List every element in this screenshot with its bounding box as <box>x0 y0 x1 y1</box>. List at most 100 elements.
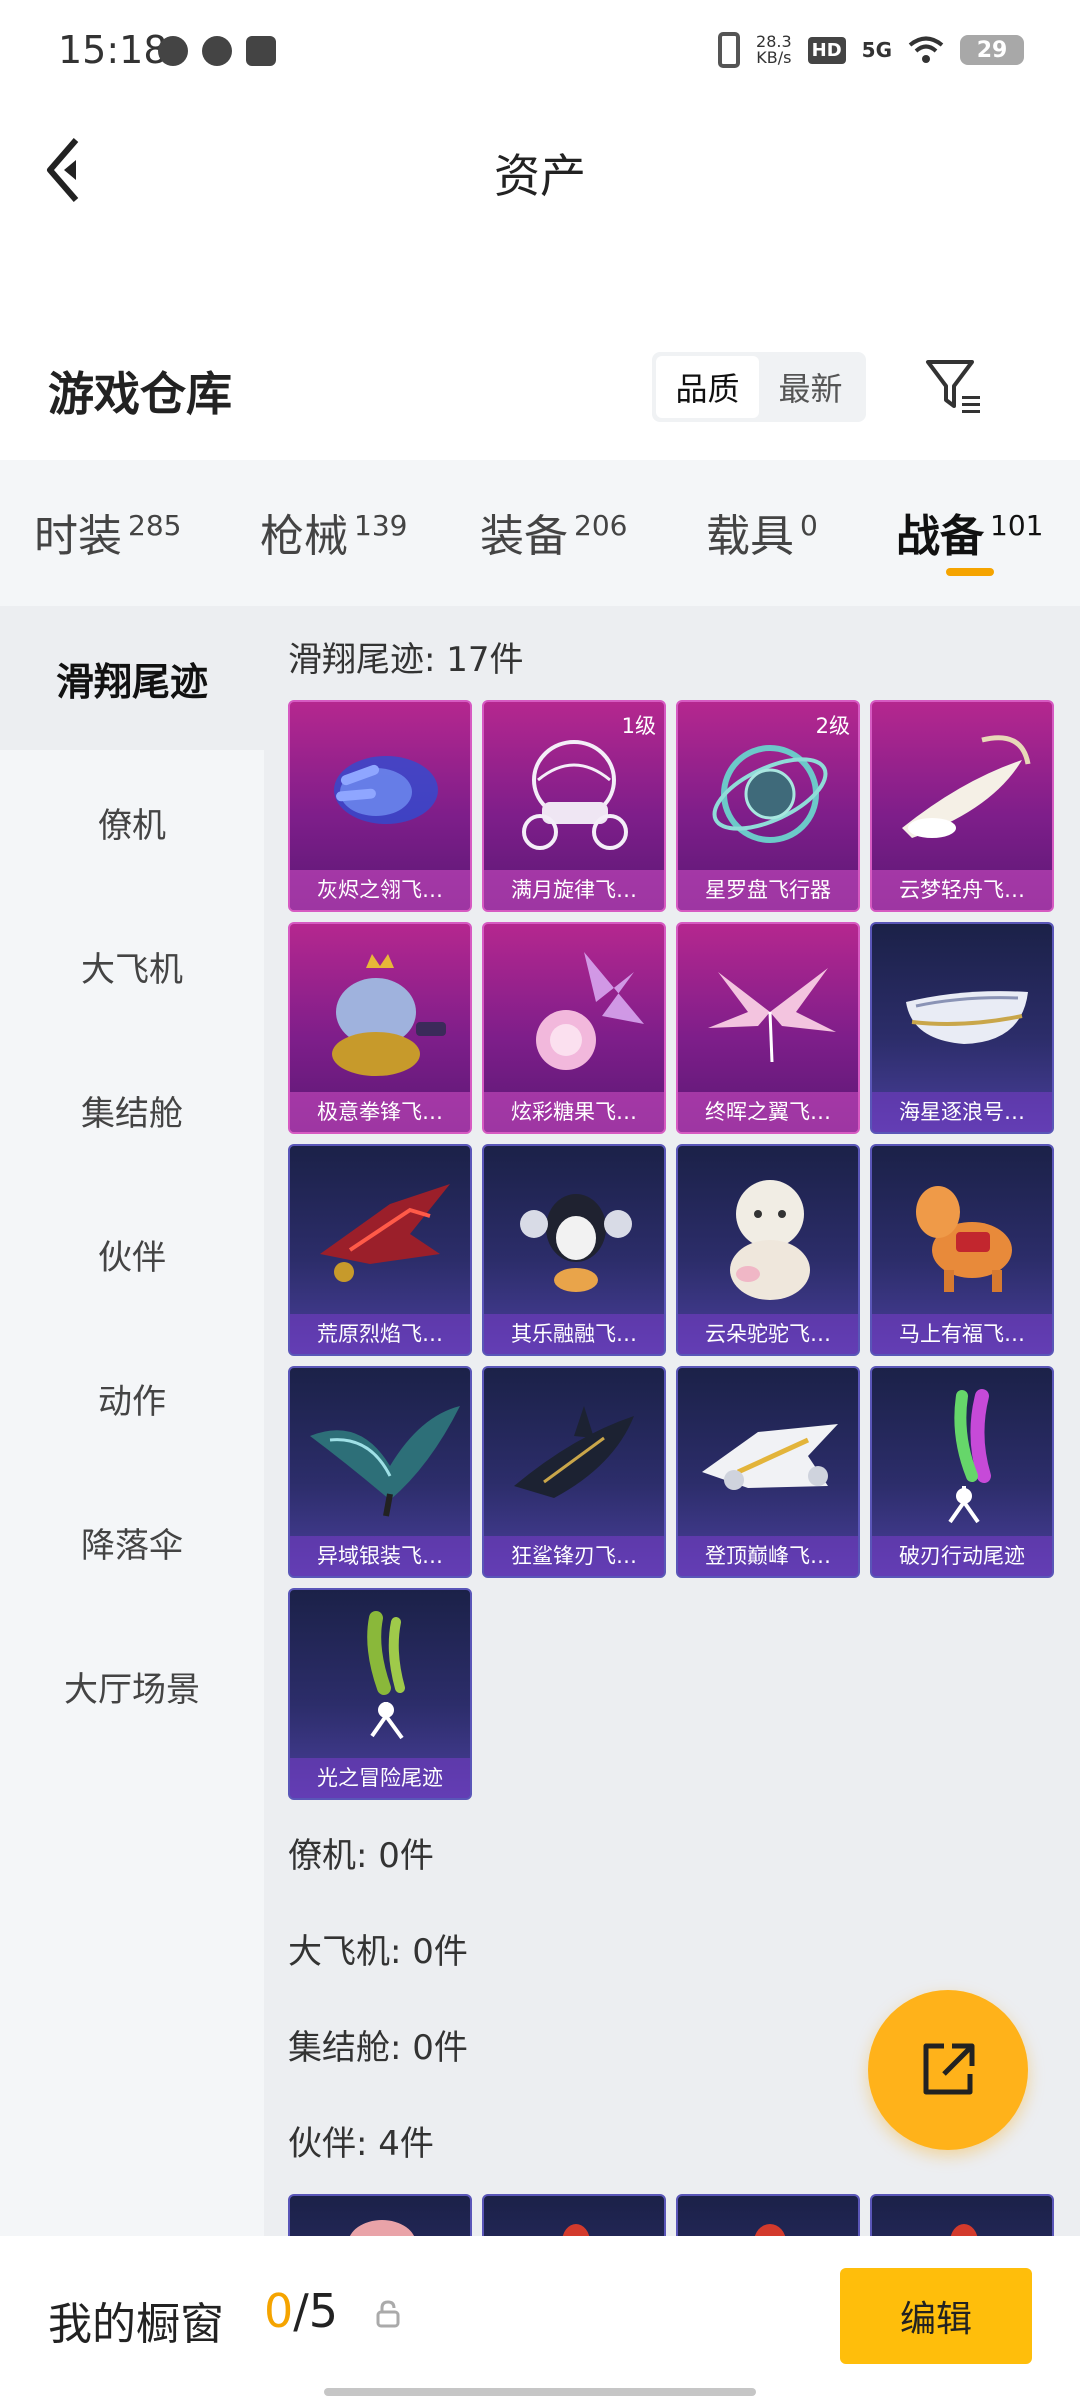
item-tile[interactable] <box>482 2194 666 2236</box>
section-title-glide-trail: 滑翔尾迹: 17件 <box>288 640 524 680</box>
sort-toggle: 品质 最新 <box>652 352 866 422</box>
jet-icon <box>702 1424 838 1490</box>
network-5g-icon: 5G <box>861 38 892 62</box>
warehouse-title: 游戏仓库 <box>48 367 232 421</box>
item-name: 星罗盘飞行器 <box>678 870 858 910</box>
flame-glider-icon <box>320 1184 450 1282</box>
tab-vehicles[interactable]: 载具 0 <box>706 500 818 564</box>
section-summary-partner: 伙伴: 4件 <box>288 2124 434 2164</box>
side-item-partner[interactable]: 伙伴 <box>0 1182 264 1326</box>
tab-firearms[interactable]: 枪械 139 <box>260 500 407 564</box>
item-name: 狂鲨锋刃飞… <box>484 1536 664 1576</box>
penguin-icon <box>520 1194 632 1292</box>
item-tile[interactable]: 云朵驼驼飞… <box>676 1144 860 1356</box>
home-indicator[interactable] <box>324 2388 756 2396</box>
item-tile[interactable]: 极意拳锋飞… <box>288 922 472 1134</box>
share-icon <box>923 2043 975 2095</box>
item-tile[interactable]: 1级 满月旋律飞… <box>482 700 666 912</box>
side-item-lobby-scene[interactable]: 大厅场景 <box>0 1614 264 1758</box>
partner-icon <box>349 2220 415 2236</box>
item-name: 极意拳锋飞… <box>290 1092 470 1132</box>
category-tabs: 时装 285 枪械 139 装备 206 载具 0 战备 101 <box>0 460 1080 606</box>
partner-icon <box>754 2224 786 2236</box>
edit-button[interactable]: 编辑 <box>840 2268 1032 2364</box>
item-tile[interactable] <box>288 2194 472 2236</box>
message-icon <box>202 36 232 66</box>
item-name: 云梦轻舟飞… <box>872 870 1052 910</box>
lock-icon <box>376 2300 400 2328</box>
item-name: 异域银装飞… <box>290 1536 470 1576</box>
side-item-emote[interactable]: 动作 <box>0 1326 264 1470</box>
status-time: 15:18 <box>58 28 168 72</box>
wifi-icon <box>908 36 944 63</box>
cloud-boat-icon <box>902 735 1031 838</box>
item-level: 2级 <box>815 714 850 738</box>
side-item-wingman[interactable]: 僚机 <box>0 750 264 894</box>
item-tile[interactable]: 云梦轻舟飞… <box>870 700 1054 912</box>
notification-icon <box>158 36 188 66</box>
elephant-icon <box>332 954 446 1076</box>
side-item-parachute[interactable]: 降落伞 <box>0 1470 264 1614</box>
item-name: 荒原烈焰飞… <box>290 1314 470 1354</box>
item-name: 破刃行动尾迹 <box>872 1536 1052 1576</box>
item-tile[interactable]: 狂鲨锋刃飞… <box>482 1366 666 1578</box>
header: 资产 <box>0 100 1080 240</box>
item-name: 炫彩糖果飞… <box>484 1092 664 1132</box>
item-name: 马上有福飞… <box>872 1314 1052 1354</box>
item-tile[interactable]: 2级 星罗盘飞行器 <box>676 700 860 912</box>
status-right: 28.3 KB/s HD 5G 29 <box>718 32 1024 68</box>
item-level: 1级 <box>621 714 656 738</box>
item-tile[interactable]: 海星逐浪号… <box>870 922 1054 1134</box>
item-tile[interactable]: 其乐融融飞… <box>482 1144 666 1356</box>
item-name: 云朵驼驼飞… <box>678 1314 858 1354</box>
item-tile[interactable]: 登顶巅峰飞… <box>676 1366 860 1578</box>
item-tile[interactable] <box>870 2194 1054 2236</box>
tab-active-indicator <box>946 568 994 576</box>
item-name: 其乐融融飞… <box>484 1314 664 1354</box>
shark-icon <box>514 1406 634 1498</box>
section-summary-wingman: 僚机: 0件 <box>288 1836 434 1876</box>
item-tile[interactable] <box>676 2194 860 2236</box>
item-tile[interactable]: 炫彩糖果飞… <box>482 922 666 1134</box>
notification-icons <box>158 36 276 66</box>
green-trail-icon <box>367 1611 405 1740</box>
wings-icon <box>708 968 836 1063</box>
tab-combat-gear[interactable]: 战备 101 <box>896 500 1043 564</box>
partner-icon <box>562 2224 590 2236</box>
tab-fashion[interactable]: 时装 285 <box>34 500 181 564</box>
filter-icon[interactable] <box>924 356 984 418</box>
partner-icon <box>950 2224 978 2236</box>
side-item-assembly-pod[interactable]: 集结舱 <box>0 1038 264 1182</box>
item-tile[interactable]: 马上有福飞… <box>870 1144 1054 1356</box>
sort-newest-button[interactable]: 最新 <box>759 356 862 418</box>
showcase-label: 我的橱窗 <box>48 2299 224 2350</box>
item-tile[interactable]: 光之冒险尾迹 <box>288 1588 472 1800</box>
section-summary-assembly-pod: 集结舱: 0件 <box>288 2028 468 2068</box>
share-button[interactable] <box>868 1990 1028 2150</box>
side-item-big-plane[interactable]: 大飞机 <box>0 894 264 1038</box>
item-tile[interactable]: 异域银装飞… <box>288 1366 472 1578</box>
hd-icon: HD <box>807 36 846 64</box>
net-speed: 28.3 KB/s <box>756 32 792 67</box>
tab-equipment[interactable]: 装备 206 <box>480 500 627 564</box>
horse-icon <box>916 1186 1012 1292</box>
boat-icon <box>906 991 1028 1044</box>
app-notification-icon <box>246 36 276 66</box>
bottom-bar: 我的橱窗 0/5 编辑 <box>0 2236 1080 2400</box>
battery-icon: 29 <box>960 35 1024 65</box>
item-name: 海星逐浪号… <box>872 1092 1052 1132</box>
sort-quality-button[interactable]: 品质 <box>656 356 759 418</box>
item-name: 终晖之翼飞… <box>678 1092 858 1132</box>
status-bar: 15:18 28.3 KB/s HD 5G 29 <box>0 0 1080 100</box>
alpaca-icon <box>730 1180 810 1300</box>
item-tile[interactable]: 破刃行动尾迹 <box>870 1366 1054 1578</box>
item-name: 灰烬之翎飞… <box>290 870 470 910</box>
section-summary-big-plane: 大飞机: 0件 <box>288 1932 468 1972</box>
item-name: 登顶巅峰飞… <box>678 1536 858 1576</box>
item-tile[interactable]: 终晖之翼飞… <box>676 922 860 1134</box>
showcase-count: 0/5 <box>264 2284 339 2338</box>
item-tile[interactable]: 荒原烈焰飞… <box>288 1144 472 1356</box>
page-title: 资产 <box>494 149 586 203</box>
side-item-glide-trail[interactable]: 滑翔尾迹 <box>0 606 264 750</box>
item-tile[interactable]: 灰烬之翎飞… <box>288 700 472 912</box>
